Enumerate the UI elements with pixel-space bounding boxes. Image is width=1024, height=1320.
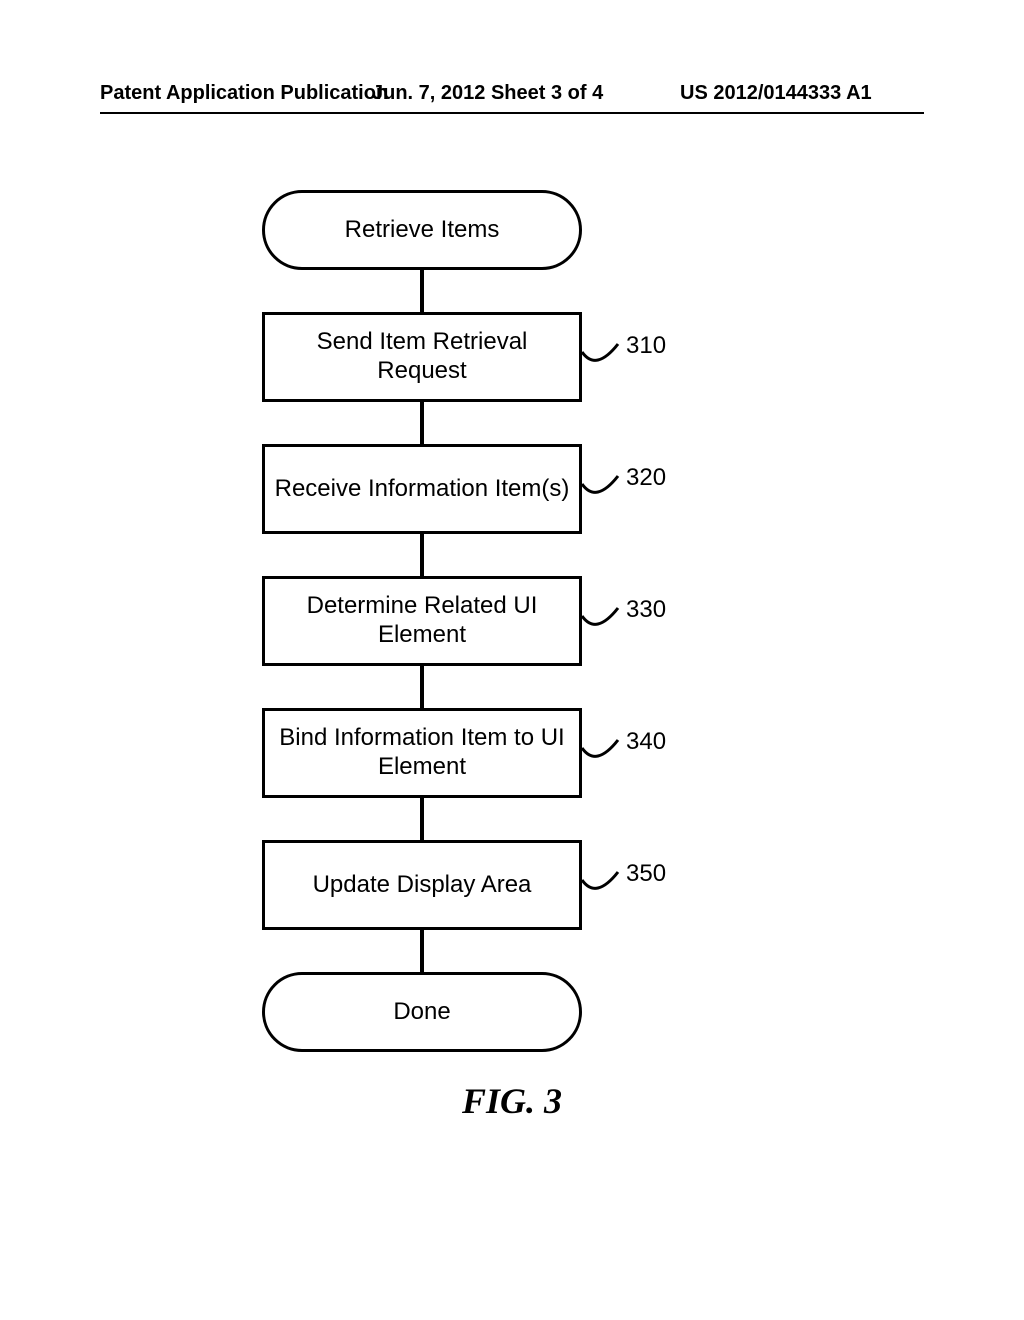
flow-connector bbox=[420, 930, 424, 972]
flow-connector bbox=[420, 534, 424, 576]
ref-connector-icon bbox=[582, 596, 630, 634]
flow-connector bbox=[420, 798, 424, 840]
flow-step-330-ref: 330 bbox=[626, 596, 666, 624]
flow-step-320-label: Receive Information Item(s) bbox=[275, 475, 570, 504]
page: Patent Application Publication Jun. 7, 2… bbox=[0, 0, 1024, 1320]
ref-connector-icon bbox=[582, 860, 630, 898]
flow-start-label: Retrieve Items bbox=[345, 216, 500, 245]
flow-step-310-label: Send Item Retrieval Request bbox=[273, 328, 571, 386]
flow-step-310-ref: 310 bbox=[626, 332, 666, 360]
flow-step-320-ref: 320 bbox=[626, 464, 666, 492]
header-left: Patent Application Publication bbox=[100, 82, 388, 105]
header-divider bbox=[100, 112, 924, 114]
flow-connector bbox=[420, 666, 424, 708]
flow-step-340-ref: 340 bbox=[626, 728, 666, 756]
flow-step-330: Determine Related UI Element bbox=[262, 576, 582, 666]
flow-step-350-ref: 350 bbox=[626, 860, 666, 888]
flow-end-label: Done bbox=[393, 998, 450, 1027]
ref-connector-icon bbox=[582, 332, 630, 370]
flow-step-350-label: Update Display Area bbox=[313, 871, 532, 900]
flow-end: Done bbox=[262, 972, 582, 1052]
flow-connector bbox=[420, 402, 424, 444]
figure-label: FIG. 3 bbox=[0, 1080, 1024, 1122]
header-center: Jun. 7, 2012 Sheet 3 of 4 bbox=[372, 82, 603, 105]
flow-connector bbox=[420, 270, 424, 312]
flow-step-350: Update Display Area bbox=[262, 840, 582, 930]
flow-step-320: Receive Information Item(s) bbox=[262, 444, 582, 534]
flow-step-310: Send Item Retrieval Request bbox=[262, 312, 582, 402]
flow-start: Retrieve Items bbox=[262, 190, 582, 270]
flow-step-340-label: Bind Information Item to UI Element bbox=[273, 724, 571, 782]
flow-step-340: Bind Information Item to UI Element bbox=[262, 708, 582, 798]
header-right: US 2012/0144333 A1 bbox=[680, 82, 872, 105]
ref-connector-icon bbox=[582, 728, 630, 766]
ref-connector-icon bbox=[582, 464, 630, 502]
flow-step-330-label: Determine Related UI Element bbox=[273, 592, 571, 650]
